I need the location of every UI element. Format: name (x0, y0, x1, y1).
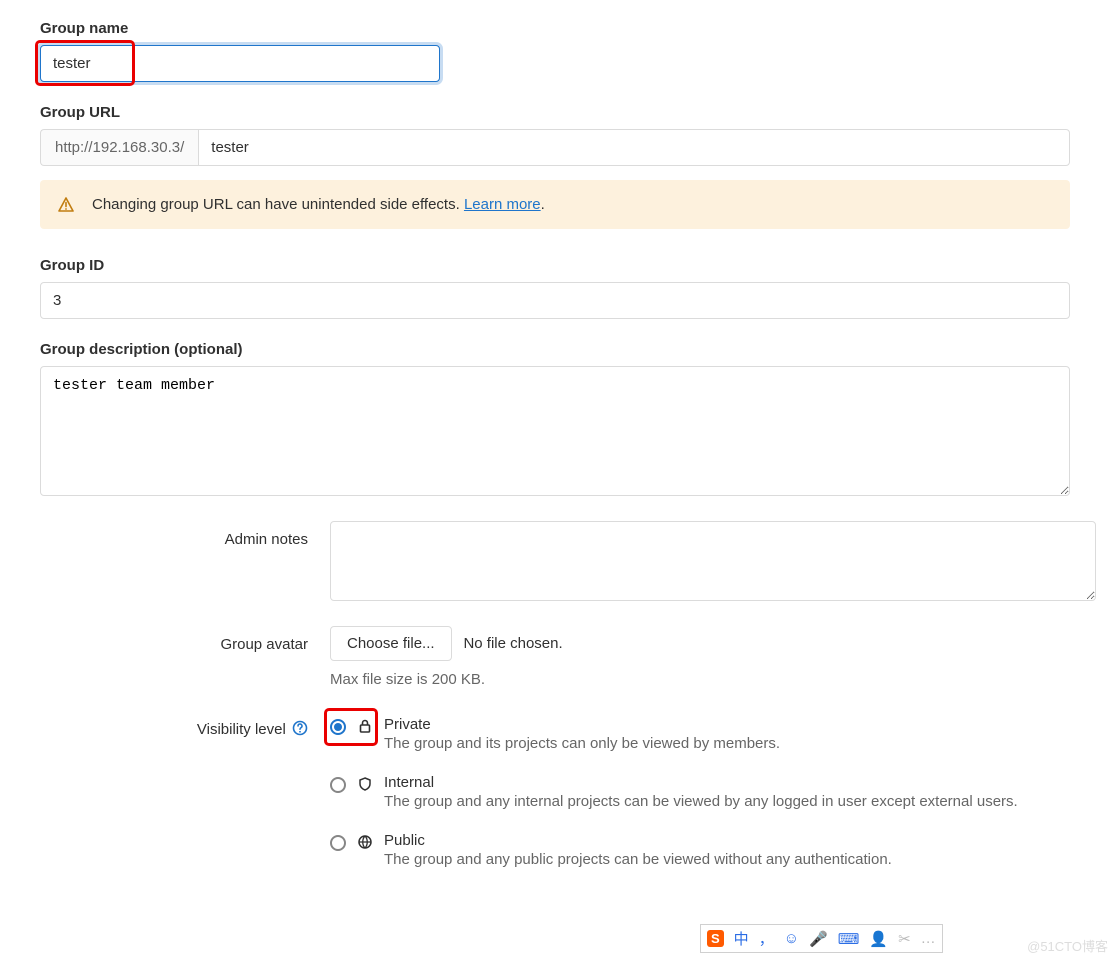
globe-icon (356, 834, 374, 853)
visibility-radio-private[interactable] (330, 719, 346, 735)
visibility-option-internal[interactable]: Internal The group and any internal proj… (330, 770, 1096, 828)
group-description-textarea[interactable]: tester team member (40, 366, 1070, 496)
visibility-level-label: Visibility level (40, 710, 330, 886)
ime-emoji-button[interactable]: ☺ (784, 930, 799, 947)
admin-notes-textarea[interactable] (330, 521, 1096, 601)
file-size-hint: Max file size is 200 KB. (330, 671, 1096, 688)
visibility-radio-public[interactable] (330, 835, 346, 851)
visibility-public-desc: The group and any public projects can be… (384, 851, 892, 868)
ime-screenshot-button[interactable]: ✂ (898, 930, 911, 948)
visibility-public-title: Public (384, 832, 892, 849)
file-chosen-status: No file chosen. (463, 635, 562, 652)
group-avatar-label: Group avatar (40, 626, 330, 688)
ime-lang-toggle[interactable]: 中 (734, 928, 749, 949)
visibility-radio-internal[interactable] (330, 777, 346, 793)
warning-banner: Changing group URL can have unintended s… (40, 180, 1070, 229)
choose-file-button[interactable]: Choose file... (330, 626, 452, 661)
visibility-option-private[interactable]: Private The group and its projects can o… (330, 712, 1096, 770)
lock-icon (356, 718, 374, 737)
ime-softkeyboard-button[interactable]: ⌨ (838, 930, 860, 948)
group-url-input[interactable] (198, 129, 1070, 166)
ime-punct-toggle[interactable]: ， (759, 928, 774, 949)
warning-learn-more-link[interactable]: Learn more (464, 196, 541, 213)
group-name-label: Group name (40, 20, 1096, 37)
visibility-private-title: Private (384, 716, 780, 733)
admin-notes-label: Admin notes (40, 521, 330, 604)
warning-icon (58, 197, 74, 213)
help-icon[interactable] (292, 720, 308, 740)
group-url-prefix: http://192.168.30.3/ (40, 129, 198, 166)
group-id-input[interactable] (40, 282, 1070, 319)
warning-text: Changing group URL can have unintended s… (92, 196, 545, 213)
visibility-private-desc: The group and its projects can only be v… (384, 735, 780, 752)
ime-toolbar[interactable]: S 中 ， ☺ 🎤 ⌨ 👤 ✂ … (700, 924, 943, 953)
visibility-option-public[interactable]: Public The group and any public projects… (330, 828, 1096, 886)
ime-account-button[interactable]: 👤 (869, 930, 888, 948)
visibility-internal-desc: The group and any internal projects can … (384, 793, 1018, 810)
sogou-logo-icon: S (707, 930, 724, 947)
visibility-internal-title: Internal (384, 774, 1018, 791)
ime-voice-button[interactable]: 🎤 (809, 930, 828, 948)
ime-more-button[interactable]: … (921, 930, 936, 947)
group-url-label: Group URL (40, 104, 1096, 121)
group-name-input[interactable] (40, 45, 440, 82)
shield-icon (356, 776, 374, 795)
group-id-label: Group ID (40, 257, 1096, 274)
group-description-label: Group description (optional) (40, 341, 1096, 358)
watermark: @51CTO博客 (1027, 936, 1108, 955)
